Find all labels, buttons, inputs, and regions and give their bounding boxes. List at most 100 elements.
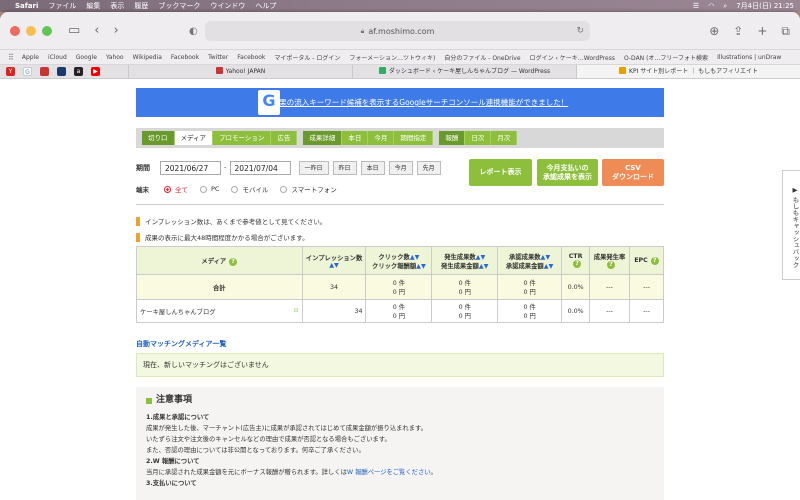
favorite-link[interactable]: Wikipedia <box>133 54 162 61</box>
cashback-side-tab[interactable]: ▶ もしもキャッシュバック <box>782 170 800 280</box>
tab-moshimo-kpi[interactable]: KPI サイト別レポート ｜ もしもアフィリエイト <box>576 65 800 78</box>
sort-arrows-icon[interactable]: ▲▼ <box>541 254 551 261</box>
pinned-tab-icon[interactable] <box>57 67 66 76</box>
favorite-link[interactable]: Apple <box>22 54 39 61</box>
yesterday-button[interactable]: 昨日 <box>332 161 357 175</box>
radio-mobile[interactable]: モバイル <box>231 184 268 194</box>
menu-window[interactable]: ウインドウ <box>210 1 245 11</box>
help-icon[interactable]: ? <box>607 261 616 269</box>
close-window-icon[interactable] <box>10 25 20 36</box>
filter-this-month[interactable]: 今月 <box>368 131 395 145</box>
sidebar-toggle-icon[interactable]: ▭ <box>68 23 80 38</box>
address-bar[interactable]: ◐ 🔒︎ af.moshimo.com ↻ <box>189 21 590 41</box>
radio-all[interactable]: 全て <box>164 184 188 194</box>
favorite-link[interactable]: ログイン ‹ ケーキ…WordPress <box>530 53 615 62</box>
wifi-icon[interactable]: ◠ <box>708 2 714 10</box>
sort-arrows-icon[interactable]: ▲▼ <box>416 263 426 270</box>
url-text[interactable]: af.moshimo.com <box>368 27 434 36</box>
help-icon[interactable]: ? <box>650 256 659 265</box>
favorite-link[interactable]: 自分のファイル - OneDrive <box>444 53 520 62</box>
menu-history[interactable]: 履歴 <box>134 1 148 11</box>
menu-edit[interactable]: 編集 <box>86 1 100 11</box>
day-before-yesterday-button[interactable]: 一昨日 <box>298 161 329 175</box>
help-icon[interactable]: ? <box>573 260 582 268</box>
menubar-clock[interactable]: 7月4日(日) 21:25 <box>736 1 794 11</box>
show-approved-button[interactable]: 今月支払いの 承認成果を表示 <box>537 159 598 186</box>
media-name[interactable]: ケーキ屋しんちゃんブログ <box>140 309 216 316</box>
minimize-window-icon[interactable] <box>26 25 36 36</box>
menu-file[interactable]: ファイル <box>48 1 76 11</box>
menu-help[interactable]: ヘルプ <box>255 1 276 11</box>
sort-arrows-icon[interactable]: ▲▼ <box>410 254 420 261</box>
forward-icon[interactable]: › <box>114 23 119 38</box>
filter-today[interactable]: 本日 <box>342 131 369 145</box>
table-header-row: メディア? インプレッション数 ▲▼ クリック数▲▼ クリック報酬額▲▼ 発生成果数… <box>136 246 664 275</box>
tab-overview-icon[interactable]: ⧉ <box>781 24 790 39</box>
favorite-link[interactable]: Illustrations | unDraw <box>717 54 781 61</box>
today-button[interactable]: 本日 <box>360 161 385 175</box>
favorite-link[interactable]: Twitter <box>208 54 228 61</box>
favorite-link[interactable]: マイポータル - ログイン <box>274 53 340 62</box>
search-console-banner[interactable]: G 成果の流入キーワード候補を表示するGoogleサーチコンソール連携機能ができ… <box>136 88 664 117</box>
side-tab-label: もしもキャッシュバック <box>791 196 799 268</box>
zoom-window-icon[interactable] <box>42 25 52 36</box>
pinned-tab-icon[interactable] <box>40 67 49 76</box>
th-clicks[interactable]: クリック数▲▼ クリック報酬額▲▼ <box>365 246 433 275</box>
sort-arrows-icon[interactable]: ▲▼ <box>479 263 489 270</box>
th-approved[interactable]: 承認成果数▲▼ 承認成果金額▲▼ <box>497 246 563 275</box>
tab-yahoo[interactable]: Yahoo! JAPAN <box>128 65 352 78</box>
sort-arrows-icon[interactable]: ▲▼ <box>476 254 486 261</box>
sort-arrows-icon[interactable]: ▲▼ <box>329 262 339 269</box>
pinned-tab-yahoo-icon[interactable]: Y <box>6 67 15 76</box>
menu-view[interactable]: 表示 <box>110 1 124 11</box>
date-to-input[interactable]: 2021/07/04 <box>229 161 291 175</box>
show-report-button[interactable]: レポート表示 <box>469 159 532 186</box>
menu-app-name[interactable]: Safari <box>15 2 38 10</box>
row-media[interactable]: ケーキ屋しんちゃんブログ ⊙ <box>136 299 303 323</box>
date-from-input[interactable]: 2021/06/27 <box>160 161 221 175</box>
banner-text[interactable]: 成果の流入キーワード候補を表示するGoogleサーチコンソール連携機能ができまし… <box>272 97 568 108</box>
menu-bookmarks[interactable]: ブックマーク <box>158 1 200 11</box>
cell-amount: 0 円 <box>392 289 406 296</box>
sort-arrows-icon[interactable]: ▲▼ <box>544 263 554 270</box>
filter-promotion[interactable]: プロモーション <box>213 131 272 145</box>
privacy-shield-icon[interactable]: ◐ <box>189 26 198 37</box>
window-controls <box>10 25 52 36</box>
pinned-tab-amazon-icon[interactable]: a <box>74 67 83 76</box>
new-tab-icon[interactable]: + <box>757 24 767 39</box>
tab-wordpress[interactable]: ダッシュボード ‹ ケーキ屋しんちゃんブログ — WordPress <box>352 65 576 78</box>
control-center-icon[interactable]: ☰ <box>693 2 699 10</box>
this-month-button[interactable]: 今月 <box>388 161 413 175</box>
favorite-link[interactable]: フォーメーション…ツトウィキ) <box>349 53 435 62</box>
radio-pc[interactable]: PC <box>200 185 219 193</box>
filter-daily[interactable]: 日次 <box>465 131 492 145</box>
filter-monthly[interactable]: 月次 <box>491 131 518 145</box>
last-month-button[interactable]: 先月 <box>416 161 441 175</box>
favorite-link[interactable]: iCloud <box>48 54 67 61</box>
help-icon[interactable]: ? <box>229 257 238 266</box>
downloads-icon[interactable]: ⊕ <box>709 24 719 39</box>
share-icon[interactable]: ⇪ <box>733 24 743 39</box>
w-reward-link[interactable]: W 報酬ページをご覧ください <box>347 469 431 476</box>
row-generated: 0 件0 円 <box>431 299 499 323</box>
media-detail-icon[interactable]: ⊙ <box>293 307 298 314</box>
auto-matching-title[interactable]: 自動マッチングメディア一覧 <box>136 339 227 349</box>
reload-icon[interactable]: ↻ <box>576 26 584 36</box>
back-icon[interactable]: ‹ <box>94 23 99 38</box>
filter-ad[interactable]: 広告 <box>271 131 298 145</box>
th-generated[interactable]: 発生成果数▲▼ 発生成果金額▲▼ <box>431 246 499 275</box>
favorite-link[interactable]: O-DAN (オ…フリーフォト検索 <box>624 53 708 62</box>
pinned-tab-youtube-icon[interactable]: ▶ <box>91 67 100 76</box>
search-icon[interactable]: ⌕ <box>723 2 727 11</box>
favorites-grid-icon[interactable]: ⠿ <box>8 53 14 62</box>
filter-media[interactable]: メディア <box>174 131 214 145</box>
favorite-link[interactable]: Yahoo <box>106 54 124 61</box>
th-impressions[interactable]: インプレッション数 ▲▼ <box>301 246 367 275</box>
radio-smartphone[interactable]: スマートフォン <box>280 184 337 194</box>
favorite-link[interactable]: Facebook <box>171 54 199 61</box>
filter-period[interactable]: 期間指定 <box>394 131 434 145</box>
favorite-link[interactable]: Facebook <box>237 54 265 61</box>
favorite-link[interactable]: Google <box>76 54 97 61</box>
csv-download-button[interactable]: CSV ダウンロード <box>602 159 664 186</box>
pinned-tab-google-icon[interactable]: G <box>23 67 32 76</box>
